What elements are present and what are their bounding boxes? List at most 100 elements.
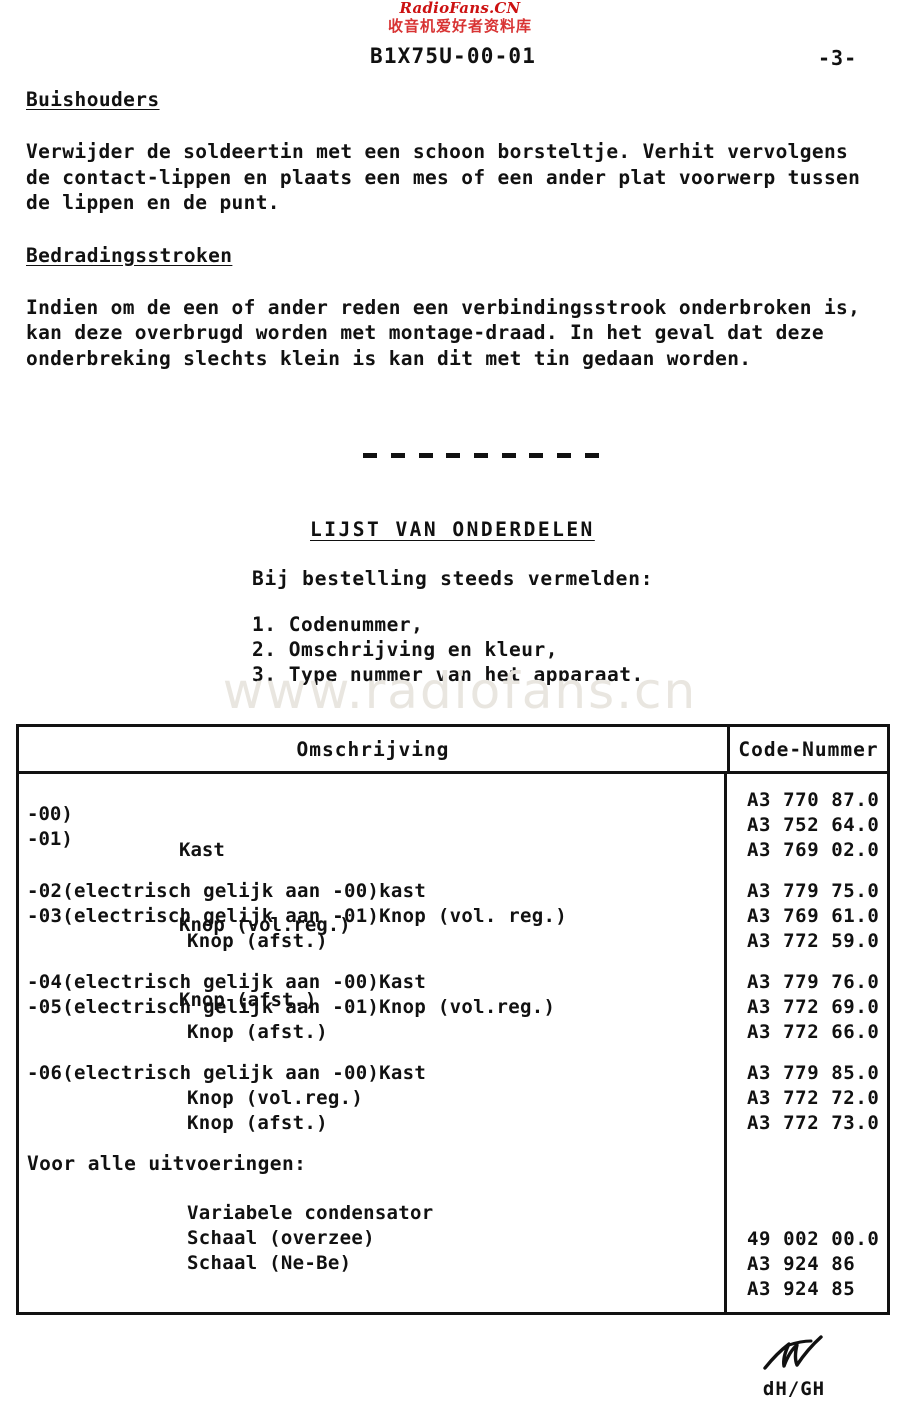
table-group-label: Voor alle uitvoeringen: <box>27 1152 307 1175</box>
table-row: Knop (vol.reg.) <box>19 1086 724 1111</box>
divider-dash <box>418 453 433 458</box>
section-heading: Bedradingsstroken <box>26 243 233 267</box>
code-value: A3 772 69.0 <box>747 996 880 1018</box>
table-row: Knop (afst.) <box>179 989 317 1011</box>
divider-dash <box>501 453 516 458</box>
dashed-divider <box>26 445 904 464</box>
code-spacer <box>747 1152 887 1177</box>
document-body: Buishouders Verwijder de soldeertin met … <box>26 88 904 687</box>
code-group: 49 002 00.0 A3 924 86 A3 924 85 <box>747 1152 887 1302</box>
code-value: A3 772 59.0 <box>747 930 880 952</box>
table-row: Knop (afst.) <box>19 1111 724 1136</box>
row-text: Knop (vol.reg.) <box>187 1087 364 1109</box>
table-row: Schaal (Ne-Be) <box>19 1251 724 1276</box>
signature-initials: dH/GH <box>762 1378 826 1400</box>
section-paragraph: Verwijder de soldeertin met een schoon b… <box>26 140 861 214</box>
divider-dash <box>556 453 571 458</box>
watermark-latin-text: RadioFans.CN <box>399 0 521 17</box>
footer-signature: dH/GH <box>724 1332 864 1400</box>
table-body: -00) -01) Kast Knop (vol.reg.) Knop (afs… <box>19 774 887 1312</box>
table-row: Schaal (overzee) <box>19 1226 724 1251</box>
code-group: A3 770 87.0 A3 752 64.0 A3 769 02.0 <box>747 788 887 863</box>
order-note: Bij bestelling steeds vermelden: <box>252 567 654 590</box>
code-value: A3 924 85 <box>747 1278 856 1300</box>
code-value: 49 002 00.0 <box>747 1228 880 1250</box>
table-header-code-label: Code-Nummer <box>738 737 879 761</box>
table-group: -04(electrisch gelijk aan -00) Kast -05(… <box>19 970 724 1045</box>
row-text: kast <box>379 880 427 902</box>
table-code-column: A3 770 87.0 A3 752 64.0 A3 769 02.0 A3 7… <box>727 774 887 1312</box>
divider-dash <box>391 453 406 458</box>
table-row: Variabele condensator <box>19 1201 724 1226</box>
parts-table: Omschrijving Code-Nummer -00) -01) Kast … <box>16 724 890 1315</box>
row-text: Kast <box>379 971 427 993</box>
brace-label: -00) <box>27 803 73 825</box>
code-value: A3 779 76.0 <box>747 971 880 993</box>
table-description-column: -00) -01) Kast Knop (vol.reg.) Knop (afs… <box>19 774 727 1312</box>
table-row: Knop (vol.reg.) <box>179 914 351 936</box>
order-items: 1. Codenummer, 2. Omschrijving en kleur,… <box>26 612 904 687</box>
order-item: 3. Type nummer van het apparaat. <box>252 663 644 686</box>
row-text: Knop (vol. reg.) <box>379 905 567 927</box>
code-value: A3 772 72.0 <box>747 1087 880 1109</box>
code-value: A3 769 02.0 <box>747 839 880 861</box>
row-text: Schaal (overzee) <box>187 1227 375 1249</box>
table-group: -06(electrisch gelijk aan -00) Kast Knop… <box>19 1061 724 1136</box>
table-row: Knop (afst.) <box>19 929 724 954</box>
table-group-brace: -00) -01) Kast Knop (vol.reg.) Knop (afs… <box>19 788 724 1011</box>
code-group: A3 779 75.0 A3 769 61.0 A3 772 59.0 <box>747 879 887 954</box>
brace-items: Kast Knop (vol.reg.) Knop (afst.) <box>179 788 351 1063</box>
table-row: -02(electrisch gelijk aan -00) kast <box>19 879 724 904</box>
table-group-labeled: Voor alle uitvoeringen: Variabele conden… <box>19 1152 724 1276</box>
section-heading: Buishouders <box>26 88 160 111</box>
table-row: -06(electrisch gelijk aan -00) Kast <box>19 1061 724 1086</box>
table-row: Kast <box>179 839 225 861</box>
parts-list-title-wrap: LIJST VAN ONDERDELEN <box>26 518 904 541</box>
code-group: A3 779 85.0 A3 772 72.0 A3 772 73.0 <box>747 1061 887 1136</box>
order-item: 1. Codenummer, <box>252 613 424 636</box>
code-value: A3 772 73.0 <box>747 1112 880 1134</box>
row-text: Knop (afst.) <box>187 1112 328 1134</box>
table-header-description: Omschrijving <box>19 727 730 771</box>
code-value: A3 752 64.0 <box>747 814 880 836</box>
table-header-description-label: Omschrijving <box>296 737 450 761</box>
table-row: -05(electrisch gelijk aan -01) Knop (vol… <box>19 995 724 1020</box>
code-value: A3 779 75.0 <box>747 880 880 902</box>
section-paragraph: Indien om de een of ander reden een verb… <box>26 295 861 370</box>
order-item: 2. Omschrijving en kleur, <box>252 638 558 661</box>
divider-dash <box>584 453 599 458</box>
watermark-cjk-text: 收音机爱好者资料库 <box>387 17 532 35</box>
row-text: Kast <box>379 1062 427 1084</box>
code-spacer <box>747 1177 887 1202</box>
handwritten-signature-icon <box>724 1332 864 1376</box>
parts-list-title: LIJST VAN ONDERDELEN <box>310 518 595 541</box>
document-code: B1X75U-00-01 <box>370 44 537 68</box>
divider-dash <box>474 453 488 458</box>
code-spacer <box>747 1202 887 1227</box>
page-number: -3- <box>818 46 858 70</box>
row-text: Knop (vol.reg.) <box>379 996 556 1018</box>
brace-labels: -00) -01) <box>27 802 73 852</box>
code-value: A3 924 86 <box>747 1253 856 1275</box>
table-header-code: Code-Nummer <box>730 727 887 771</box>
brace-label: -01) <box>27 828 73 850</box>
row-text: Variabele condensator <box>187 1202 434 1224</box>
row-text: Schaal (Ne-Be) <box>187 1252 352 1274</box>
document-header: B1X75U-00-01 -3- <box>0 44 920 74</box>
code-value: A3 779 85.0 <box>747 1062 880 1084</box>
section-buishouders: Buishouders Verwijder de soldeertin met … <box>26 88 904 216</box>
table-row: -03(electrisch gelijk aan -01) Knop (vol… <box>19 904 724 929</box>
code-value: A3 772 66.0 <box>747 1021 880 1043</box>
table-row: Knop (afst.) <box>19 1020 724 1045</box>
code-group: A3 779 76.0 A3 772 69.0 A3 772 66.0 <box>747 970 887 1045</box>
table-row: -04(electrisch gelijk aan -00) Kast <box>19 970 724 995</box>
table-header-row: Omschrijving Code-Nummer <box>19 727 887 774</box>
code-value: A3 770 87.0 <box>747 789 880 811</box>
divider-dash <box>363 453 378 458</box>
section-bedradingsstroken: Bedradingsstroken Indien om de een of an… <box>26 244 904 372</box>
top-watermark: RadioFans.CN 收音机爱好者资料库 <box>0 0 920 36</box>
row-lead: -06(electrisch gelijk aan -00) <box>27 1062 380 1084</box>
